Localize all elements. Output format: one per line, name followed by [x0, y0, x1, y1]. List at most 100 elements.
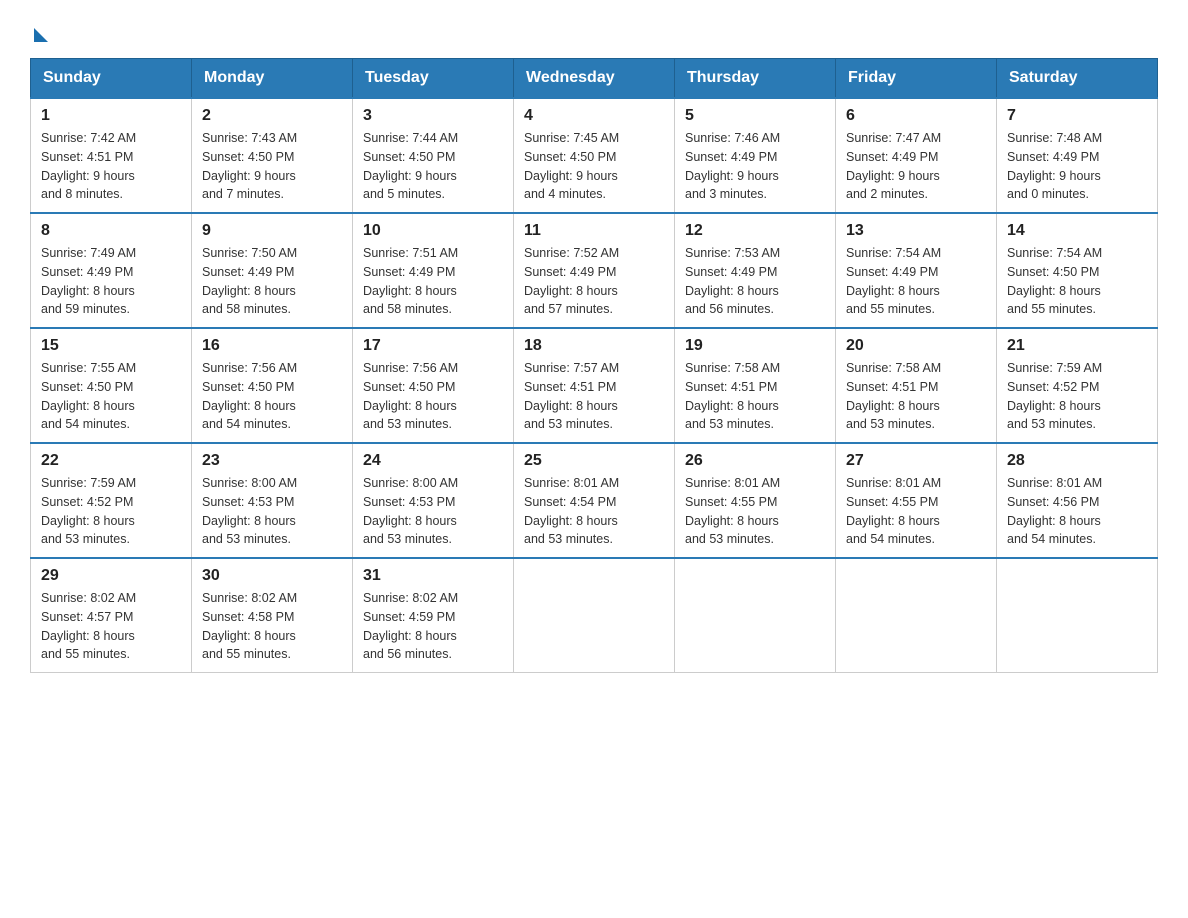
day-number: 3	[363, 107, 503, 125]
day-info: Sunrise: 7:47 AMSunset: 4:49 PMDaylight:…	[846, 131, 941, 201]
day-info: Sunrise: 8:02 AMSunset: 4:58 PMDaylight:…	[202, 591, 297, 661]
calendar-header: SundayMondayTuesdayWednesdayThursdayFrid…	[31, 59, 1158, 99]
calendar-table: SundayMondayTuesdayWednesdayThursdayFrid…	[30, 58, 1158, 673]
calendar-day-cell: 8 Sunrise: 7:49 AMSunset: 4:49 PMDayligh…	[31, 213, 192, 328]
day-number: 2	[202, 107, 342, 125]
day-info: Sunrise: 7:54 AMSunset: 4:50 PMDaylight:…	[1007, 246, 1102, 316]
day-number: 24	[363, 452, 503, 470]
calendar-day-cell: 19 Sunrise: 7:58 AMSunset: 4:51 PMDaylig…	[675, 328, 836, 443]
logo-arrow-icon	[34, 28, 48, 42]
day-number: 13	[846, 222, 986, 240]
day-number: 18	[524, 337, 664, 355]
calendar-day-header: Thursday	[675, 59, 836, 99]
calendar-week-row: 15 Sunrise: 7:55 AMSunset: 4:50 PMDaylig…	[31, 328, 1158, 443]
calendar-day-cell: 27 Sunrise: 8:01 AMSunset: 4:55 PMDaylig…	[836, 443, 997, 558]
day-number: 9	[202, 222, 342, 240]
calendar-day-cell: 18 Sunrise: 7:57 AMSunset: 4:51 PMDaylig…	[514, 328, 675, 443]
calendar-day-cell: 6 Sunrise: 7:47 AMSunset: 4:49 PMDayligh…	[836, 98, 997, 213]
day-info: Sunrise: 7:50 AMSunset: 4:49 PMDaylight:…	[202, 246, 297, 316]
calendar-day-cell: 1 Sunrise: 7:42 AMSunset: 4:51 PMDayligh…	[31, 98, 192, 213]
calendar-day-cell: 2 Sunrise: 7:43 AMSunset: 4:50 PMDayligh…	[192, 98, 353, 213]
day-info: Sunrise: 7:53 AMSunset: 4:49 PMDaylight:…	[685, 246, 780, 316]
day-number: 1	[41, 107, 181, 125]
day-info: Sunrise: 8:00 AMSunset: 4:53 PMDaylight:…	[363, 476, 458, 546]
day-info: Sunrise: 8:01 AMSunset: 4:55 PMDaylight:…	[846, 476, 941, 546]
calendar-day-cell	[514, 558, 675, 673]
day-number: 28	[1007, 452, 1147, 470]
calendar-day-cell: 31 Sunrise: 8:02 AMSunset: 4:59 PMDaylig…	[353, 558, 514, 673]
day-number: 29	[41, 567, 181, 585]
calendar-week-row: 1 Sunrise: 7:42 AMSunset: 4:51 PMDayligh…	[31, 98, 1158, 213]
day-number: 6	[846, 107, 986, 125]
calendar-day-cell: 30 Sunrise: 8:02 AMSunset: 4:58 PMDaylig…	[192, 558, 353, 673]
calendar-day-cell: 9 Sunrise: 7:50 AMSunset: 4:49 PMDayligh…	[192, 213, 353, 328]
day-number: 25	[524, 452, 664, 470]
day-info: Sunrise: 7:59 AMSunset: 4:52 PMDaylight:…	[41, 476, 136, 546]
day-number: 12	[685, 222, 825, 240]
calendar-day-cell: 15 Sunrise: 7:55 AMSunset: 4:50 PMDaylig…	[31, 328, 192, 443]
calendar-day-cell: 11 Sunrise: 7:52 AMSunset: 4:49 PMDaylig…	[514, 213, 675, 328]
day-number: 30	[202, 567, 342, 585]
calendar-day-cell: 26 Sunrise: 8:01 AMSunset: 4:55 PMDaylig…	[675, 443, 836, 558]
day-number: 5	[685, 107, 825, 125]
day-number: 8	[41, 222, 181, 240]
logo	[30, 20, 48, 38]
day-number: 19	[685, 337, 825, 355]
day-number: 20	[846, 337, 986, 355]
calendar-day-cell: 22 Sunrise: 7:59 AMSunset: 4:52 PMDaylig…	[31, 443, 192, 558]
day-info: Sunrise: 7:48 AMSunset: 4:49 PMDaylight:…	[1007, 131, 1102, 201]
calendar-day-cell: 20 Sunrise: 7:58 AMSunset: 4:51 PMDaylig…	[836, 328, 997, 443]
calendar-day-cell	[675, 558, 836, 673]
day-number: 4	[524, 107, 664, 125]
day-info: Sunrise: 8:00 AMSunset: 4:53 PMDaylight:…	[202, 476, 297, 546]
calendar-body: 1 Sunrise: 7:42 AMSunset: 4:51 PMDayligh…	[31, 98, 1158, 673]
calendar-day-header: Sunday	[31, 59, 192, 99]
day-info: Sunrise: 8:01 AMSunset: 4:56 PMDaylight:…	[1007, 476, 1102, 546]
day-number: 15	[41, 337, 181, 355]
day-info: Sunrise: 7:51 AMSunset: 4:49 PMDaylight:…	[363, 246, 458, 316]
calendar-header-row: SundayMondayTuesdayWednesdayThursdayFrid…	[31, 59, 1158, 99]
day-number: 26	[685, 452, 825, 470]
day-number: 10	[363, 222, 503, 240]
calendar-day-cell: 3 Sunrise: 7:44 AMSunset: 4:50 PMDayligh…	[353, 98, 514, 213]
day-info: Sunrise: 7:55 AMSunset: 4:50 PMDaylight:…	[41, 361, 136, 431]
day-number: 22	[41, 452, 181, 470]
calendar-day-header: Wednesday	[514, 59, 675, 99]
day-info: Sunrise: 8:01 AMSunset: 4:54 PMDaylight:…	[524, 476, 619, 546]
day-number: 31	[363, 567, 503, 585]
calendar-day-cell: 25 Sunrise: 8:01 AMSunset: 4:54 PMDaylig…	[514, 443, 675, 558]
day-info: Sunrise: 7:59 AMSunset: 4:52 PMDaylight:…	[1007, 361, 1102, 431]
day-info: Sunrise: 8:01 AMSunset: 4:55 PMDaylight:…	[685, 476, 780, 546]
calendar-day-cell: 16 Sunrise: 7:56 AMSunset: 4:50 PMDaylig…	[192, 328, 353, 443]
calendar-day-cell: 12 Sunrise: 7:53 AMSunset: 4:49 PMDaylig…	[675, 213, 836, 328]
calendar-day-header: Saturday	[997, 59, 1158, 99]
calendar-day-cell	[997, 558, 1158, 673]
calendar-day-header: Monday	[192, 59, 353, 99]
calendar-day-cell: 28 Sunrise: 8:01 AMSunset: 4:56 PMDaylig…	[997, 443, 1158, 558]
calendar-day-cell: 5 Sunrise: 7:46 AMSunset: 4:49 PMDayligh…	[675, 98, 836, 213]
calendar-day-cell: 23 Sunrise: 8:00 AMSunset: 4:53 PMDaylig…	[192, 443, 353, 558]
day-info: Sunrise: 7:54 AMSunset: 4:49 PMDaylight:…	[846, 246, 941, 316]
day-number: 23	[202, 452, 342, 470]
day-number: 16	[202, 337, 342, 355]
day-info: Sunrise: 7:58 AMSunset: 4:51 PMDaylight:…	[846, 361, 941, 431]
calendar-day-cell: 29 Sunrise: 8:02 AMSunset: 4:57 PMDaylig…	[31, 558, 192, 673]
calendar-day-header: Friday	[836, 59, 997, 99]
day-info: Sunrise: 8:02 AMSunset: 4:57 PMDaylight:…	[41, 591, 136, 661]
calendar-day-cell: 24 Sunrise: 8:00 AMSunset: 4:53 PMDaylig…	[353, 443, 514, 558]
day-info: Sunrise: 7:49 AMSunset: 4:49 PMDaylight:…	[41, 246, 136, 316]
day-info: Sunrise: 7:57 AMSunset: 4:51 PMDaylight:…	[524, 361, 619, 431]
day-info: Sunrise: 7:58 AMSunset: 4:51 PMDaylight:…	[685, 361, 780, 431]
calendar-day-cell: 4 Sunrise: 7:45 AMSunset: 4:50 PMDayligh…	[514, 98, 675, 213]
day-info: Sunrise: 7:56 AMSunset: 4:50 PMDaylight:…	[363, 361, 458, 431]
calendar-day-cell: 17 Sunrise: 7:56 AMSunset: 4:50 PMDaylig…	[353, 328, 514, 443]
day-info: Sunrise: 7:46 AMSunset: 4:49 PMDaylight:…	[685, 131, 780, 201]
calendar-day-cell: 7 Sunrise: 7:48 AMSunset: 4:49 PMDayligh…	[997, 98, 1158, 213]
day-number: 7	[1007, 107, 1147, 125]
calendar-day-cell	[836, 558, 997, 673]
day-info: Sunrise: 7:45 AMSunset: 4:50 PMDaylight:…	[524, 131, 619, 201]
day-info: Sunrise: 7:43 AMSunset: 4:50 PMDaylight:…	[202, 131, 297, 201]
day-number: 21	[1007, 337, 1147, 355]
day-info: Sunrise: 7:52 AMSunset: 4:49 PMDaylight:…	[524, 246, 619, 316]
calendar-day-cell: 14 Sunrise: 7:54 AMSunset: 4:50 PMDaylig…	[997, 213, 1158, 328]
